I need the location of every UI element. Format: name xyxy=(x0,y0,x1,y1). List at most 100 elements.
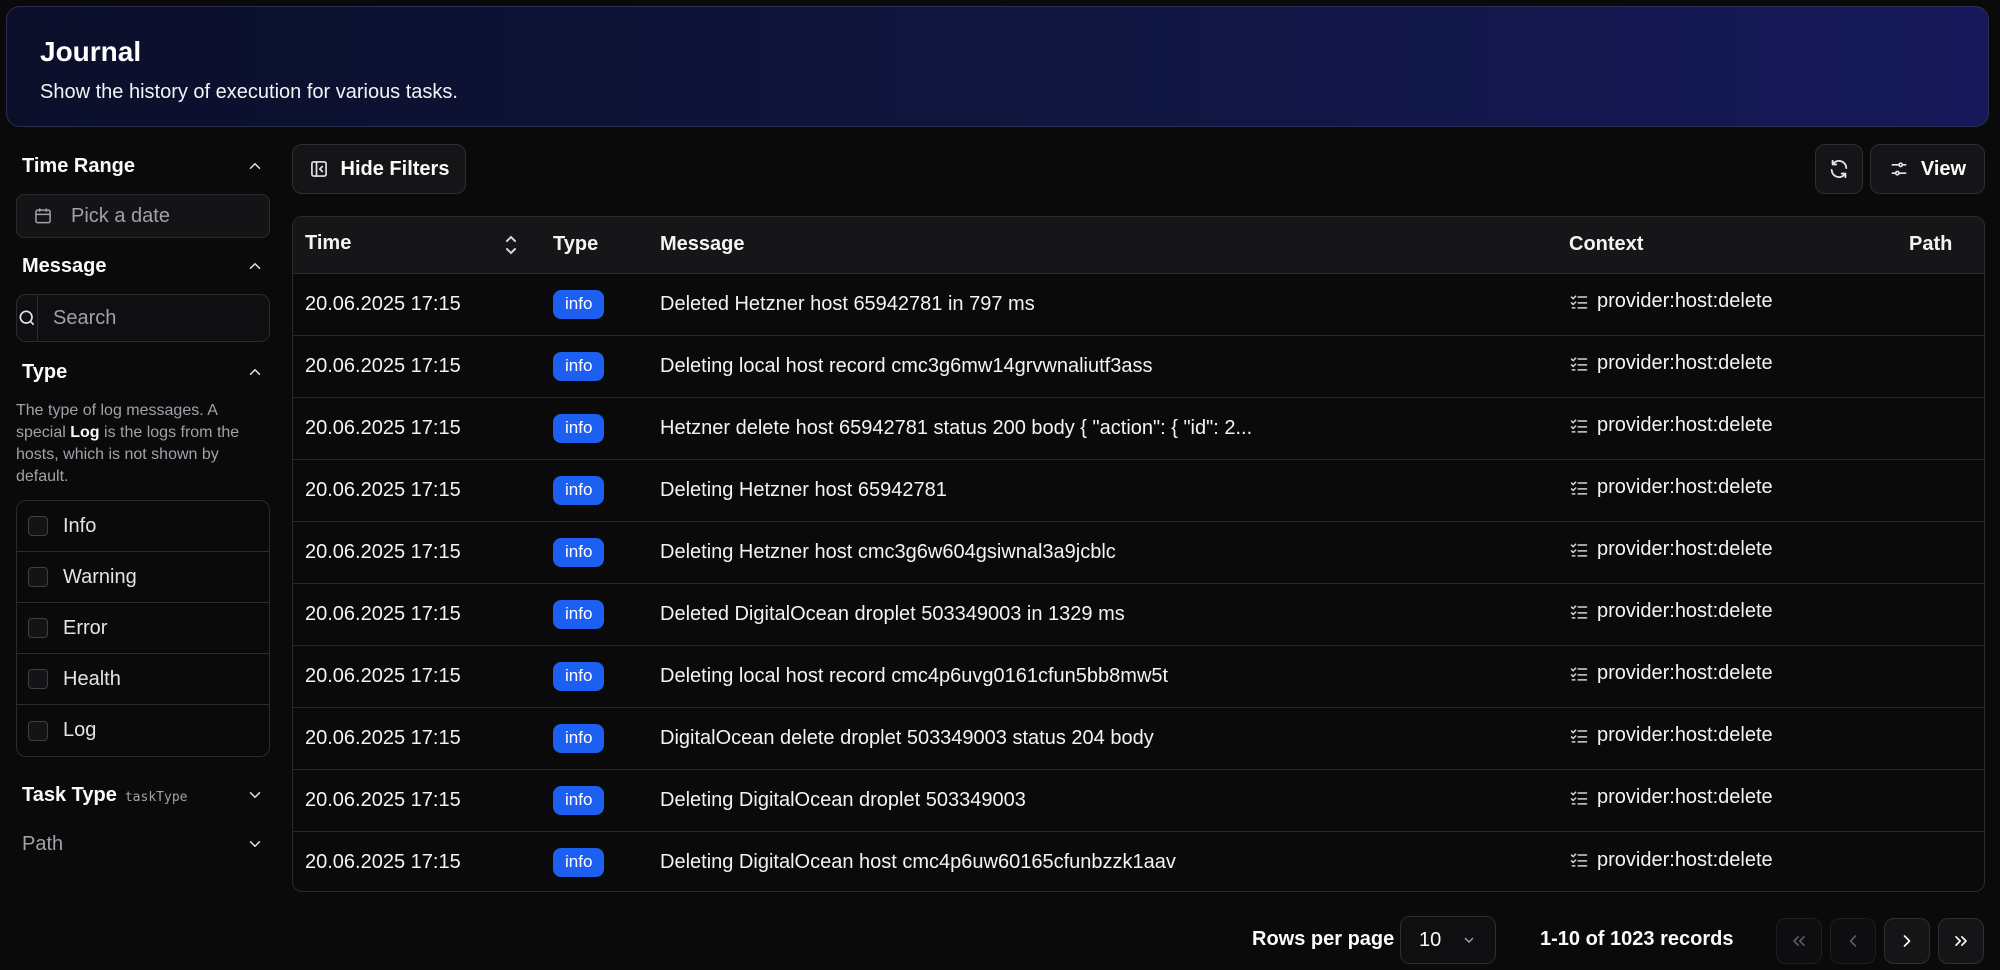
context-label: provider:host:delete xyxy=(1597,724,1773,747)
hide-filters-button[interactable]: Hide Filters xyxy=(292,144,466,194)
type-section-toggle[interactable]: Type xyxy=(16,352,270,392)
cell-path xyxy=(1897,397,1984,459)
table-row[interactable]: 20.06.2025 17:15 info DigitalOcean delete … xyxy=(293,707,1984,769)
first-page-button[interactable] xyxy=(1776,918,1822,964)
context-label: provider:host:delete xyxy=(1597,848,1773,871)
table-row[interactable]: 20.06.2025 17:15 info Deleted DigitalOcean… xyxy=(293,583,1984,645)
rows-per-page-select[interactable]: 10 xyxy=(1400,916,1496,964)
cell-type: info xyxy=(541,645,648,707)
type-badge: info xyxy=(553,847,605,877)
type-description-bold: Log xyxy=(70,424,100,441)
table-row[interactable]: 20.06.2025 17:15 info Deleted Hetzner host… xyxy=(293,273,1984,335)
context-label: provider:host:delete xyxy=(1597,290,1773,313)
cell-time: 20.06.2025 17:15 xyxy=(305,664,461,687)
journal-table: Time Type Message Context Path 20.06.202… xyxy=(292,216,1985,892)
refresh-icon xyxy=(1830,159,1848,179)
message-section-toggle[interactable]: Message xyxy=(16,246,270,286)
cell-message: DigitalOcean delete droplet 503349003 st… xyxy=(660,726,1154,749)
date-picker-button[interactable]: Pick a date xyxy=(16,194,270,238)
path-title: Path xyxy=(22,832,64,855)
context-label: provider:host:delete xyxy=(1597,600,1773,623)
page-header: Journal Show the history of execution fo… xyxy=(6,6,1989,127)
context-label: provider:host:delete xyxy=(1597,538,1773,561)
cell-message: Deleting DigitalOcean host cmc4p6uw60165… xyxy=(660,850,1176,873)
list-checks-icon xyxy=(1570,791,1588,805)
message-search-input[interactable] xyxy=(38,295,269,341)
type-option-warning[interactable]: Warning xyxy=(17,552,269,603)
cell-context: provider:host:delete xyxy=(1557,397,1897,459)
type-badge: info xyxy=(553,723,605,753)
time-range-section-toggle[interactable]: Time Range xyxy=(16,146,270,186)
cell-type: info xyxy=(541,707,648,769)
type-description: The type of log messages. A special Log … xyxy=(16,400,270,488)
column-label: Time xyxy=(305,231,352,254)
table-row[interactable]: 20.06.2025 17:15 info Deleting DigitalOcea… xyxy=(293,831,1984,891)
filter-sidebar: Time Range Pick a date Message Type The … xyxy=(16,146,270,864)
cell-time: 20.06.2025 17:15 xyxy=(305,478,461,501)
cell-message: Deleted Hetzner host 65942781 in 797 ms xyxy=(660,292,1035,315)
cell-context: provider:host:delete xyxy=(1557,645,1897,707)
type-badge: info xyxy=(553,785,605,815)
list-checks-icon xyxy=(1570,481,1588,495)
cell-message: Deleting Hetzner host cmc3g6w604gsiwnal3… xyxy=(660,540,1116,563)
records-count: 1-10 of 1023 records xyxy=(1540,928,1734,950)
task-type-label: Task Type xyxy=(22,783,117,806)
chevron-right-icon xyxy=(1903,935,1911,947)
chevron-left-icon xyxy=(1849,935,1857,947)
cell-type: info xyxy=(541,521,648,583)
checkbox[interactable] xyxy=(28,618,48,638)
table-row[interactable]: 20.06.2025 17:15 info Deleting DigitalOcea… xyxy=(293,769,1984,831)
checkbox[interactable] xyxy=(28,567,48,587)
view-options-button[interactable]: View xyxy=(1870,144,1985,194)
sort-icon[interactable] xyxy=(503,232,519,258)
table-row[interactable]: 20.06.2025 17:15 info Deleting Hetzner hos… xyxy=(293,521,1984,583)
chevrons-left-icon xyxy=(1793,936,1805,946)
task-type-section-toggle[interactable]: Task Type taskType xyxy=(16,775,270,815)
type-option-health[interactable]: Health xyxy=(17,654,269,705)
type-badge: info xyxy=(553,475,605,505)
column-header-time[interactable]: Time xyxy=(293,217,541,274)
cell-path xyxy=(1897,583,1984,645)
cell-time: 20.06.2025 17:15 xyxy=(305,354,461,377)
chevron-down-icon xyxy=(246,786,264,804)
chevron-down-icon xyxy=(1464,937,1474,943)
cell-context: provider:host:delete xyxy=(1557,521,1897,583)
cell-type: info xyxy=(541,335,648,397)
context-label: provider:host:delete xyxy=(1597,662,1773,685)
chevron-up-icon xyxy=(246,363,264,381)
path-section-toggle[interactable]: Path xyxy=(16,824,270,864)
rows-per-page-value: 10 xyxy=(1419,928,1442,951)
type-badge: info xyxy=(553,661,605,691)
refresh-button[interactable] xyxy=(1815,144,1863,194)
previous-page-button[interactable] xyxy=(1830,918,1876,964)
type-option-error[interactable]: Error xyxy=(17,603,269,654)
cell-path xyxy=(1897,831,1984,891)
last-page-button[interactable] xyxy=(1938,918,1984,964)
chevron-up-icon xyxy=(246,257,264,275)
calendar-icon xyxy=(35,208,51,224)
type-option-info[interactable]: Info xyxy=(17,501,269,552)
cell-time: 20.06.2025 17:15 xyxy=(305,292,461,315)
type-option-log[interactable]: Log xyxy=(17,705,269,756)
cell-time: 20.06.2025 17:15 xyxy=(305,540,461,563)
checkbox[interactable] xyxy=(28,516,48,536)
cell-time: 20.06.2025 17:15 xyxy=(305,416,461,439)
cell-path xyxy=(1897,645,1984,707)
cell-path xyxy=(1897,273,1984,335)
next-page-button[interactable] xyxy=(1884,918,1930,964)
type-option-label: Log xyxy=(63,719,97,741)
checkbox[interactable] xyxy=(28,720,48,741)
checkbox[interactable] xyxy=(28,669,48,689)
type-badge: info xyxy=(553,537,605,567)
list-checks-icon xyxy=(1570,667,1588,681)
type-option-label: Error xyxy=(63,616,108,639)
task-type-title: Task Type taskType xyxy=(22,784,187,807)
cell-path xyxy=(1897,335,1984,397)
table-row[interactable]: 20.06.2025 17:15 info Deleting local host … xyxy=(293,335,1984,397)
cell-time: 20.06.2025 17:15 xyxy=(305,788,461,811)
list-checks-icon xyxy=(1570,419,1588,433)
context-label: provider:host:delete xyxy=(1597,786,1773,809)
table-row[interactable]: 20.06.2025 17:15 info Hetzner delete host … xyxy=(293,397,1984,459)
table-row[interactable]: 20.06.2025 17:15 info Deleting Hetzner hos… xyxy=(293,459,1984,521)
table-row[interactable]: 20.06.2025 17:15 info Deleting local host … xyxy=(293,645,1984,707)
